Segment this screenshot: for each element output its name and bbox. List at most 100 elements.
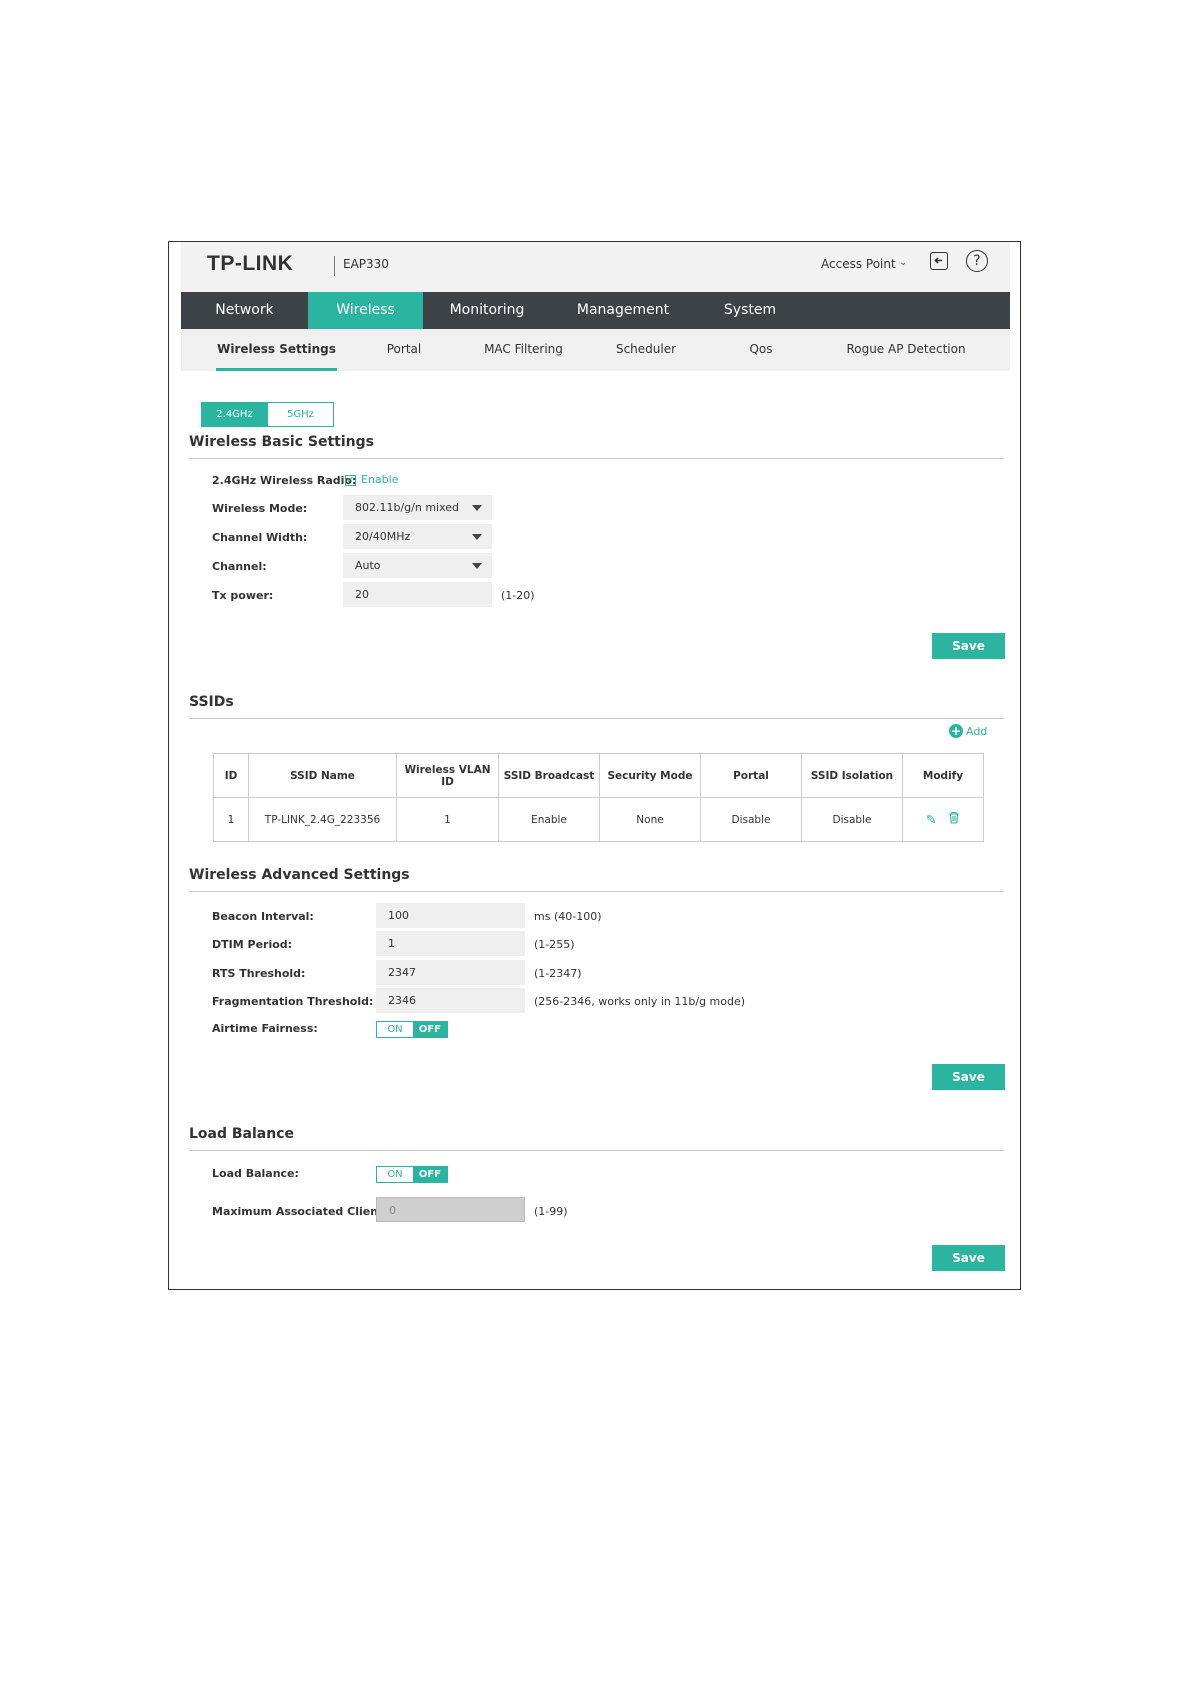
trash-icon[interactable] xyxy=(948,811,960,828)
dtim-period-label: DTIM Period: xyxy=(212,938,293,951)
subtab-mac-filtering[interactable]: MAC Filtering xyxy=(471,329,576,371)
col-id: ID xyxy=(213,753,249,798)
basic-settings-title: Wireless Basic Settings xyxy=(189,434,374,450)
beacon-interval-hint: ms (40-100) xyxy=(534,910,602,923)
wireless-mode-label: Wireless Mode: xyxy=(212,502,308,515)
cell-ssid-name: TP-LINK_2.4G_223356 xyxy=(248,797,397,842)
max-clients-label: Maximum Associated Clients: xyxy=(212,1205,395,1218)
plus-circle-icon: + xyxy=(949,724,963,738)
cell-security-mode: None xyxy=(599,797,701,842)
mode-dropdown[interactable]: Access Point xyxy=(821,257,896,271)
help-icon[interactable]: ? xyxy=(966,250,988,272)
col-modify: Modify xyxy=(902,753,984,798)
subtab-wireless-settings[interactable]: Wireless Settings xyxy=(216,329,337,371)
tab-system[interactable]: System xyxy=(695,292,805,329)
col-vlan-id: Wireless VLAN ID xyxy=(396,753,499,798)
band-2g-button[interactable]: 2.4GHz xyxy=(201,402,268,427)
add-label: Add xyxy=(966,725,988,738)
rts-threshold-label: RTS Threshold: xyxy=(212,967,306,980)
channel-width-value: 20/40MHz xyxy=(355,530,411,543)
top-header: TP-LINK EAP330 Access Point ⌄ ? xyxy=(181,242,1010,292)
brand-logo: TP-LINK xyxy=(207,252,294,275)
logout-icon[interactable] xyxy=(930,252,948,270)
add-ssid-button[interactable]: + Add xyxy=(949,724,987,738)
fragmentation-threshold-label: Fragmentation Threshold: xyxy=(212,995,374,1008)
tab-management[interactable]: Management xyxy=(551,292,695,329)
device-model: EAP330 xyxy=(343,257,389,271)
channel-label: Channel: xyxy=(212,560,267,573)
enable-checkbox[interactable]: ✓ xyxy=(345,475,356,486)
radio-label: 2.4GHz Wireless Radio: xyxy=(212,474,357,487)
sub-nav: Wireless Settings Portal MAC Filtering S… xyxy=(181,329,1010,371)
cell-ssid-broadcast: Enable xyxy=(498,797,600,842)
dtim-period-hint: (1-255) xyxy=(534,938,575,951)
load-balance-switch[interactable]: ON OFF xyxy=(376,1166,448,1183)
col-ssid-broadcast: SSID Broadcast xyxy=(498,753,600,798)
col-ssid-isolation: SSID Isolation xyxy=(801,753,903,798)
tx-power-input[interactable]: 20 xyxy=(343,582,492,607)
airtime-fairness-label: Airtime Fairness: xyxy=(212,1022,318,1035)
caret-down-icon xyxy=(472,534,482,540)
cell-portal: Disable xyxy=(700,797,802,842)
wireless-mode-select[interactable]: 802.11b/g/n mixed xyxy=(343,495,492,520)
airtime-fairness-switch[interactable]: ON OFF xyxy=(376,1021,448,1038)
subtab-rogue-ap-detection[interactable]: Rogue AP Detection xyxy=(821,329,991,371)
band-5g-button[interactable]: 5GHz xyxy=(267,402,334,427)
main-nav: Network Wireless Monitoring Management S… xyxy=(181,292,1010,329)
table-header-row: ID SSID Name Wireless VLAN ID SSID Broad… xyxy=(213,753,984,798)
max-clients-input[interactable]: 0 xyxy=(376,1197,525,1222)
chevron-down-icon[interactable]: ⌄ xyxy=(899,257,907,268)
fragmentation-threshold-input[interactable]: 2346 xyxy=(376,988,525,1013)
fragmentation-threshold-hint: (256-2346, works only in 11b/g mode) xyxy=(534,995,746,1008)
wireless-mode-value: 802.11b/g/n mixed xyxy=(355,501,460,514)
load-balance-label: Load Balance: xyxy=(212,1167,299,1180)
max-clients-hint: (1-99) xyxy=(534,1205,568,1218)
switch-on-label: ON xyxy=(377,1022,413,1037)
divider xyxy=(189,718,1004,719)
tx-power-hint: (1-20) xyxy=(501,589,535,602)
cell-id: 1 xyxy=(213,797,249,842)
tab-network[interactable]: Network xyxy=(181,292,308,329)
save-basic-button[interactable]: Save xyxy=(932,633,1005,659)
enable-label: Enable xyxy=(361,473,399,486)
beacon-interval-input[interactable]: 100 xyxy=(376,903,525,928)
tab-monitoring[interactable]: Monitoring xyxy=(423,292,551,329)
cell-modify: ✎ xyxy=(902,797,984,842)
table-row: 1 TP-LINK_2.4G_223356 1 Enable None Disa… xyxy=(213,797,984,842)
col-ssid-name: SSID Name xyxy=(248,753,397,798)
active-subtab-indicator xyxy=(216,368,337,371)
dtim-period-input[interactable]: 1 xyxy=(376,931,525,956)
switch-off-label: OFF xyxy=(413,1022,447,1037)
channel-width-label: Channel Width: xyxy=(212,531,308,544)
subtab-qos[interactable]: Qos xyxy=(721,329,801,371)
save-load-balance-button[interactable]: Save xyxy=(932,1245,1005,1271)
col-portal: Portal xyxy=(700,753,802,798)
edit-icon[interactable]: ✎ xyxy=(926,813,937,828)
cell-vlan-id: 1 xyxy=(396,797,499,842)
save-advanced-button[interactable]: Save xyxy=(932,1064,1005,1090)
caret-down-icon xyxy=(472,563,482,569)
load-balance-title: Load Balance xyxy=(189,1126,295,1142)
divider xyxy=(189,1150,1004,1151)
divider xyxy=(189,891,1004,892)
advanced-settings-title: Wireless Advanced Settings xyxy=(189,867,410,883)
channel-select[interactable]: Auto xyxy=(343,553,492,578)
ssid-table: ID SSID Name Wireless VLAN ID SSID Broad… xyxy=(213,753,984,842)
rts-threshold-hint: (1-2347) xyxy=(534,967,582,980)
ssids-title: SSIDs xyxy=(189,694,234,710)
channel-value: Auto xyxy=(355,559,381,572)
app-window: TP-LINK EAP330 Access Point ⌄ ? Network … xyxy=(168,241,1021,1290)
subtab-scheduler[interactable]: Scheduler xyxy=(596,329,696,371)
divider xyxy=(189,458,1004,459)
tx-power-label: Tx power: xyxy=(212,589,274,602)
channel-width-select[interactable]: 20/40MHz xyxy=(343,524,492,549)
cell-ssid-isolation: Disable xyxy=(801,797,903,842)
switch-off-label: OFF xyxy=(413,1167,447,1182)
caret-down-icon xyxy=(472,505,482,511)
col-security-mode: Security Mode xyxy=(599,753,701,798)
tab-wireless[interactable]: Wireless xyxy=(308,292,423,329)
logo-divider xyxy=(334,256,335,276)
rts-threshold-input[interactable]: 2347 xyxy=(376,960,525,985)
beacon-interval-label: Beacon Interval: xyxy=(212,910,314,923)
subtab-portal[interactable]: Portal xyxy=(369,329,439,371)
